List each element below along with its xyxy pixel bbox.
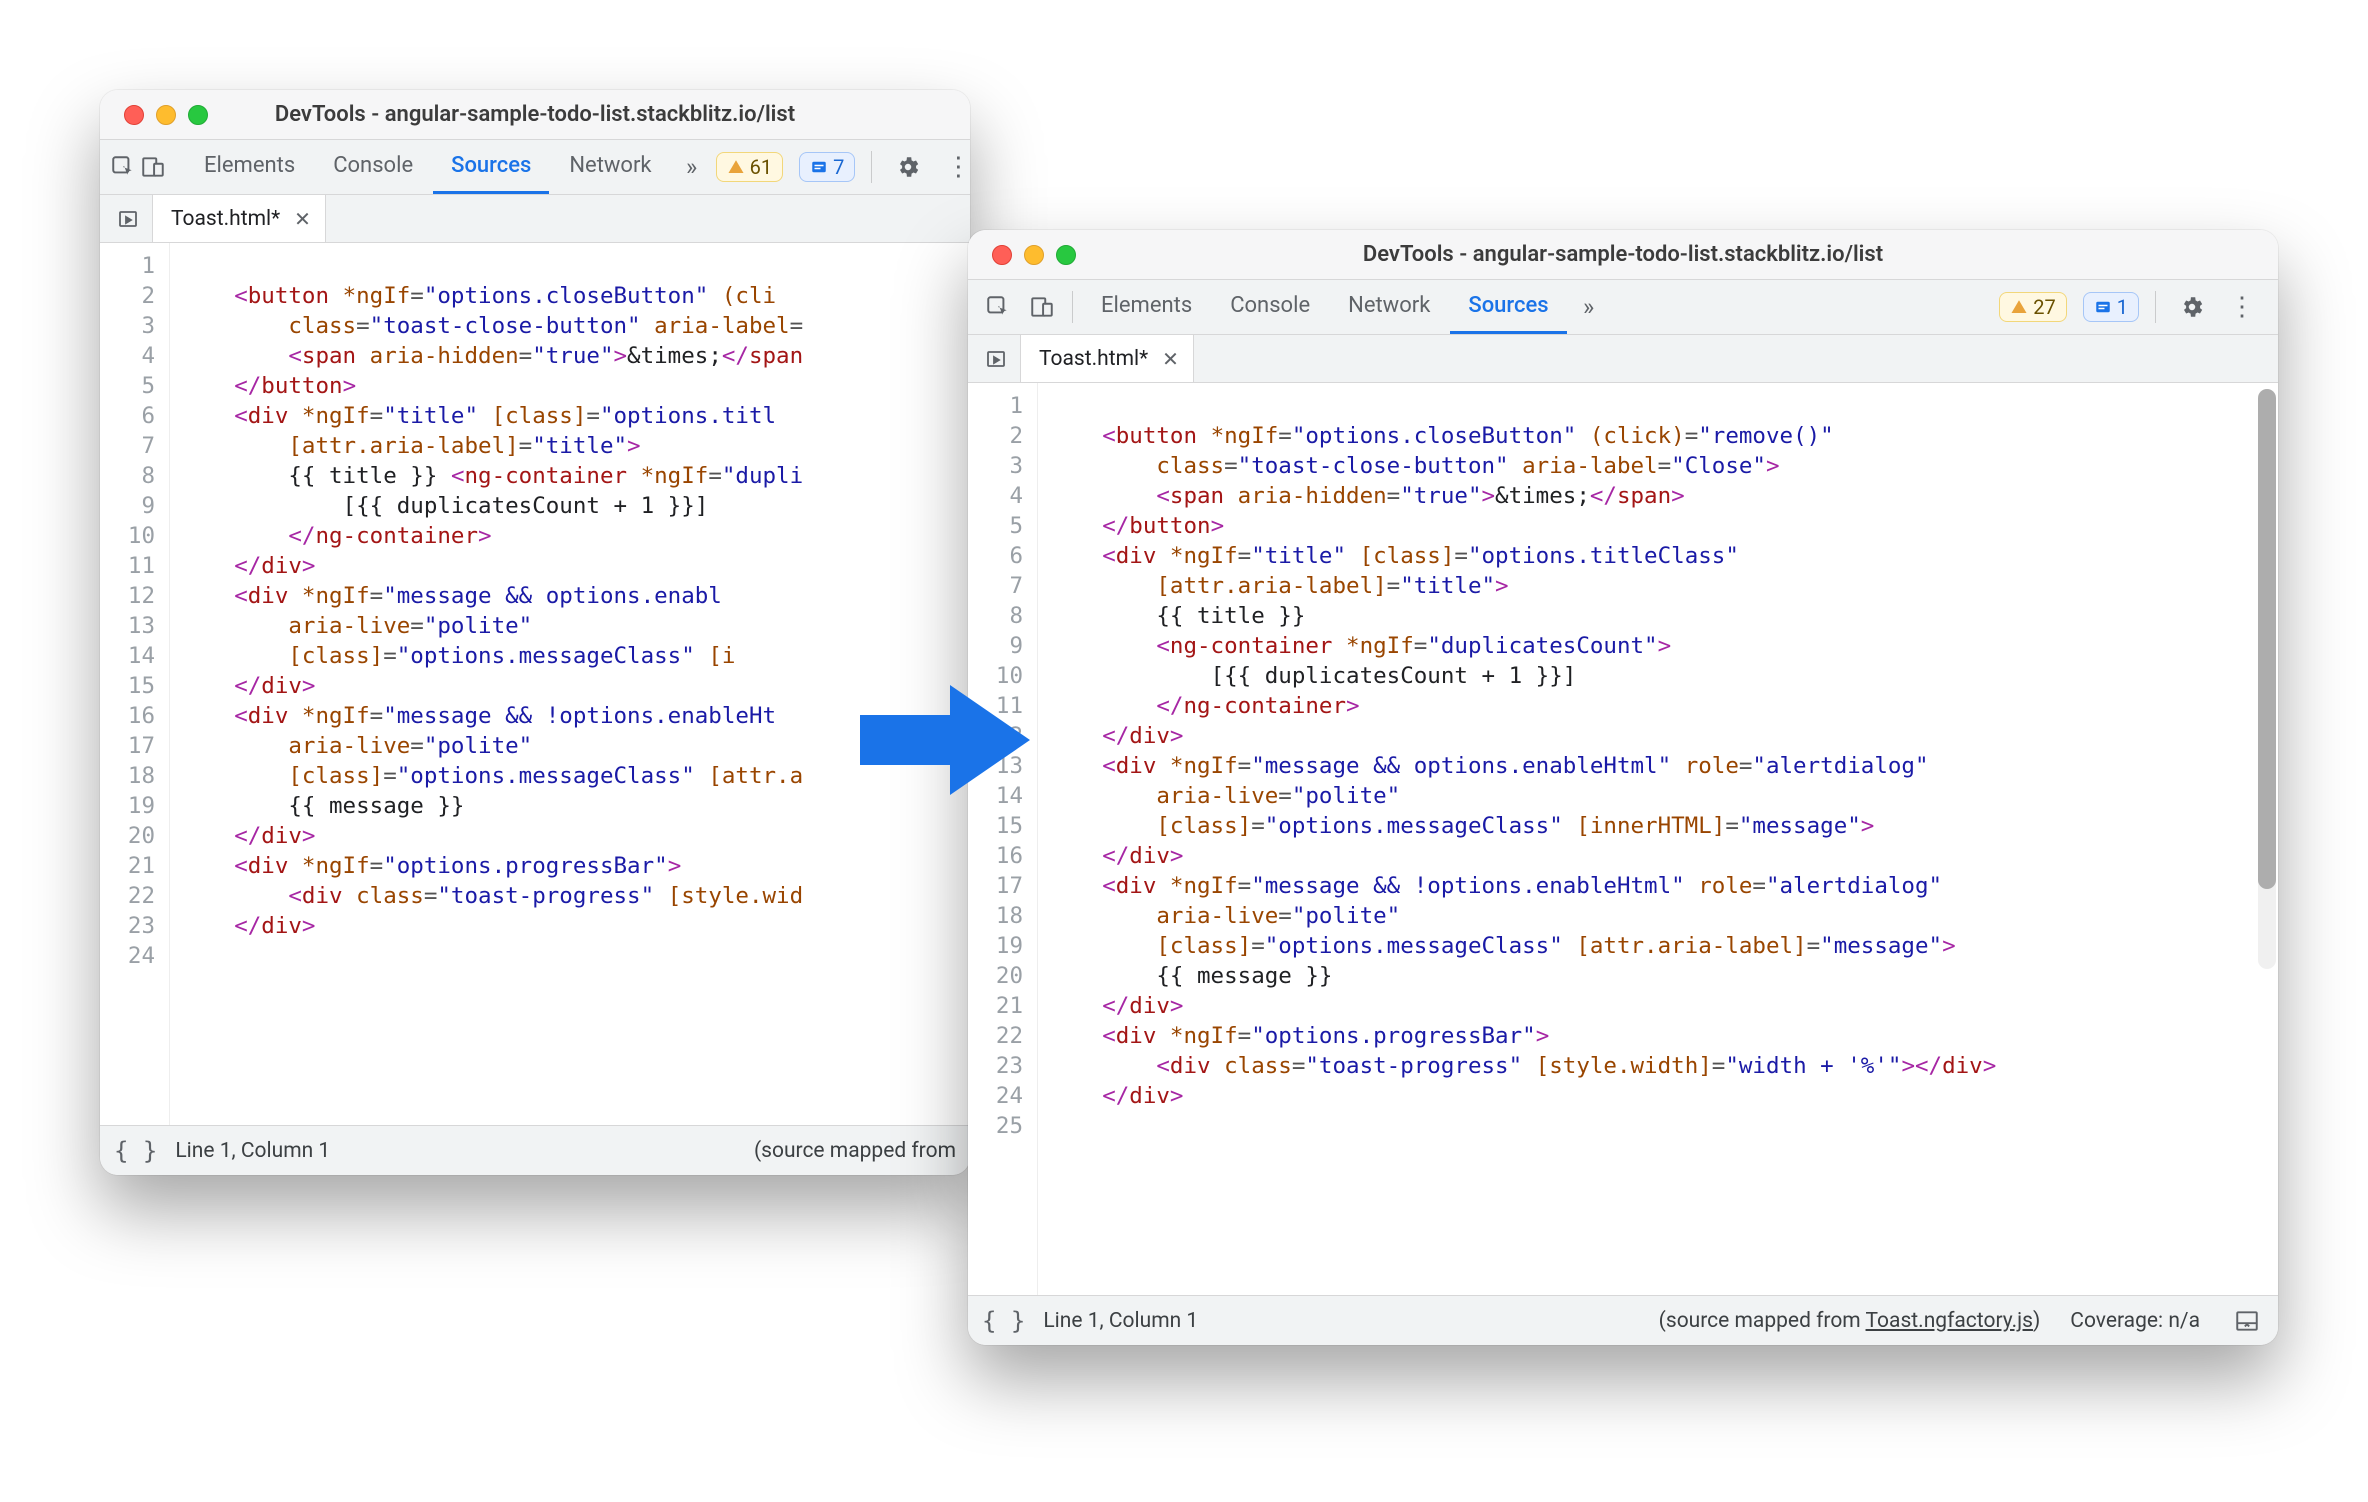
warnings-count: 27 [2033,295,2055,319]
more-tabs-icon[interactable]: » [1569,287,1609,327]
traffic-lights [968,245,1076,265]
minimize-icon[interactable] [1024,245,1044,265]
source-mapped-label: (source mapped from [754,1139,956,1163]
tab-console[interactable]: Console [1212,280,1328,334]
main-toolbar: Elements Console Sources Network » 61 7 … [100,140,970,195]
file-tab[interactable]: Toast.html* ✕ [152,195,326,242]
tab-network[interactable]: Network [1330,280,1448,334]
cursor-position: Line 1, Column 1 [1043,1309,1198,1333]
issues-badge[interactable]: 7 [799,152,855,182]
warnings-badge[interactable]: 61 [716,152,783,182]
scrollbar[interactable] [2258,389,2276,969]
device-toggle-icon[interactable] [1022,287,1062,327]
pretty-print-icon[interactable]: { } [114,1137,157,1165]
kebab-menu-icon[interactable]: ⋮ [938,147,970,187]
coverage-label: Coverage: n/a [2070,1309,2200,1333]
file-tab[interactable]: Toast.html* ✕ [1020,335,1194,382]
tab-elements[interactable]: Elements [1083,280,1210,334]
more-tabs-icon[interactable]: » [672,147,712,187]
panel-tabs: Elements Console Network Sources » [1083,280,1995,334]
divider [871,151,872,183]
warnings-badge[interactable]: 27 [1999,292,2066,322]
line-gutter: 1234567891011121314151617181920212223242… [968,383,1038,1295]
tab-sources[interactable]: Sources [433,140,549,194]
devtools-window-before: DevTools - angular-sample-todo-list.stac… [100,90,970,1175]
minimize-icon[interactable] [156,105,176,125]
navigator-toggle-icon[interactable] [976,339,1016,379]
close-tab-icon[interactable]: ✕ [288,205,317,233]
pretty-print-icon[interactable]: { } [982,1307,1025,1335]
issues-badge[interactable]: 1 [2083,292,2139,322]
status-bar: { } Line 1, Column 1 (source mapped from [100,1125,970,1175]
source-map-link[interactable]: Toast.ngfactory.js [1866,1309,2033,1333]
tab-elements[interactable]: Elements [186,140,313,194]
arrow-icon [850,665,1040,815]
kebab-menu-icon[interactable]: ⋮ [2222,287,2262,327]
traffic-lights [100,105,208,125]
close-icon[interactable] [124,105,144,125]
gear-icon[interactable] [2172,287,2212,327]
window-title: DevTools - angular-sample-todo-list.stac… [968,242,2278,267]
divider [1072,291,1073,323]
issues-count: 7 [833,155,844,179]
inspect-icon[interactable] [110,147,136,187]
source-mapped-label: (source mapped from Toast.ngfactory.js) [1659,1309,2041,1333]
titlebar: DevTools - angular-sample-todo-list.stac… [100,90,970,140]
gear-icon[interactable] [888,147,928,187]
file-tab-bar: Toast.html* ✕ [100,195,970,243]
maximize-icon[interactable] [188,105,208,125]
issues-count: 1 [2117,295,2128,319]
tab-console[interactable]: Console [315,140,431,194]
device-toggle-icon[interactable] [140,147,166,187]
tab-network[interactable]: Network [551,140,669,194]
warnings-count: 61 [750,155,772,179]
file-tab-label: Toast.html* [171,207,280,231]
window-title: DevTools - angular-sample-todo-list.stac… [100,102,970,127]
tab-sources[interactable]: Sources [1450,280,1566,334]
titlebar: DevTools - angular-sample-todo-list.stac… [968,230,2278,280]
main-toolbar: Elements Console Network Sources » 27 1 … [968,280,2278,335]
close-icon[interactable] [992,245,1012,265]
code-editor[interactable]: 123456789101112131415161718192021222324 … [100,243,970,1125]
code-content[interactable]: <button *ngIf="options.closeButton" (cli… [1038,383,2278,1295]
close-tab-icon[interactable]: ✕ [1156,345,1185,373]
status-bar: { } Line 1, Column 1 (source mapped from… [968,1295,2278,1345]
line-gutter: 123456789101112131415161718192021222324 [100,243,170,1125]
inspect-icon[interactable] [978,287,1018,327]
maximize-icon[interactable] [1056,245,1076,265]
panel-tabs: Elements Console Sources Network » [186,140,712,194]
navigator-toggle-icon[interactable] [108,199,148,239]
layout-toggle-icon[interactable] [2230,1304,2264,1338]
code-editor[interactable]: 1234567891011121314151617181920212223242… [968,383,2278,1295]
file-tab-label: Toast.html* [1039,347,1148,371]
file-tab-bar: Toast.html* ✕ [968,335,2278,383]
cursor-position: Line 1, Column 1 [175,1139,330,1163]
divider [2155,291,2156,323]
devtools-window-after: DevTools - angular-sample-todo-list.stac… [968,230,2278,1345]
